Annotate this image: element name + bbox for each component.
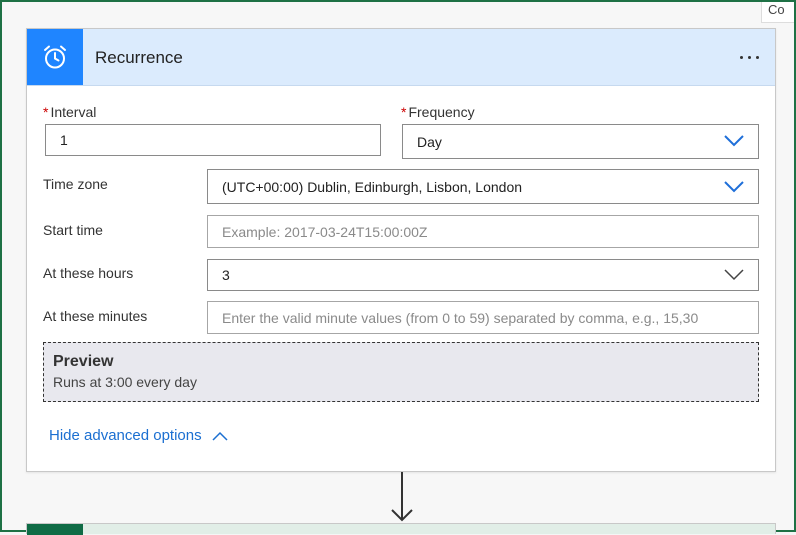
interval-label-text: Interval — [50, 104, 97, 120]
arrow-down-icon — [391, 472, 413, 522]
alarm-clock-icon — [27, 29, 83, 85]
interval-input[interactable]: 1 — [45, 124, 381, 156]
next-step-card[interactable] — [26, 523, 776, 535]
more-options-button[interactable] — [733, 44, 765, 70]
preview-text: Runs at 3:00 every day — [53, 374, 197, 390]
hours-dropdown[interactable]: 3 — [207, 259, 759, 291]
more-dot-icon — [755, 55, 759, 59]
card-header[interactable]: Recurrence — [27, 29, 775, 86]
chevron-up-icon — [212, 431, 228, 441]
hours-value: 3 — [222, 267, 230, 283]
timezone-dropdown[interactable]: (UTC+00:00) Dublin, Edinburgh, Lisbon, L… — [207, 169, 759, 204]
canvas-frame: Co Recurrence * Interval 1 * Frequency D… — [0, 0, 796, 535]
start-time-input[interactable]: Example: 2017-03-24T15:00:00Z — [207, 215, 759, 248]
start-time-placeholder: Example: 2017-03-24T15:00:00Z — [222, 223, 428, 240]
frequency-label: * Frequency — [401, 104, 475, 120]
chevron-down-icon — [724, 269, 744, 281]
interval-value: 1 — [60, 132, 68, 148]
next-step-icon — [27, 524, 83, 535]
corner-label: Co — [761, 2, 794, 23]
recurrence-card: Recurrence * Interval 1 * Frequency Day Ti… — [26, 28, 776, 472]
chevron-down-icon — [724, 181, 744, 193]
card-title: Recurrence — [95, 48, 183, 67]
advanced-options-label: Hide advanced options — [49, 427, 202, 444]
timezone-value: (UTC+00:00) Dublin, Edinburgh, Lisbon, L… — [222, 178, 523, 195]
interval-label: * Interval — [43, 104, 96, 120]
minutes-input[interactable]: Enter the valid minute values (from 0 to… — [207, 301, 759, 334]
timezone-label: Time zone — [43, 176, 108, 192]
preview-box: Preview Runs at 3:00 every day — [43, 342, 759, 402]
more-dot-icon — [747, 55, 751, 59]
frequency-dropdown[interactable]: Day — [402, 124, 759, 159]
required-marker: * — [43, 104, 49, 120]
start-time-label: Start time — [43, 222, 103, 238]
more-dot-icon — [739, 55, 743, 59]
minutes-label: At these minutes — [43, 308, 148, 324]
hide-advanced-options-link[interactable]: Hide advanced options — [49, 427, 228, 444]
required-marker: * — [401, 104, 407, 120]
frequency-value: Day — [417, 133, 442, 150]
frequency-label-text: Frequency — [408, 104, 475, 120]
minutes-placeholder: Enter the valid minute values (from 0 to… — [222, 309, 699, 326]
preview-title: Preview — [53, 353, 114, 370]
chevron-down-icon — [724, 135, 744, 147]
hours-label: At these hours — [43, 265, 134, 281]
